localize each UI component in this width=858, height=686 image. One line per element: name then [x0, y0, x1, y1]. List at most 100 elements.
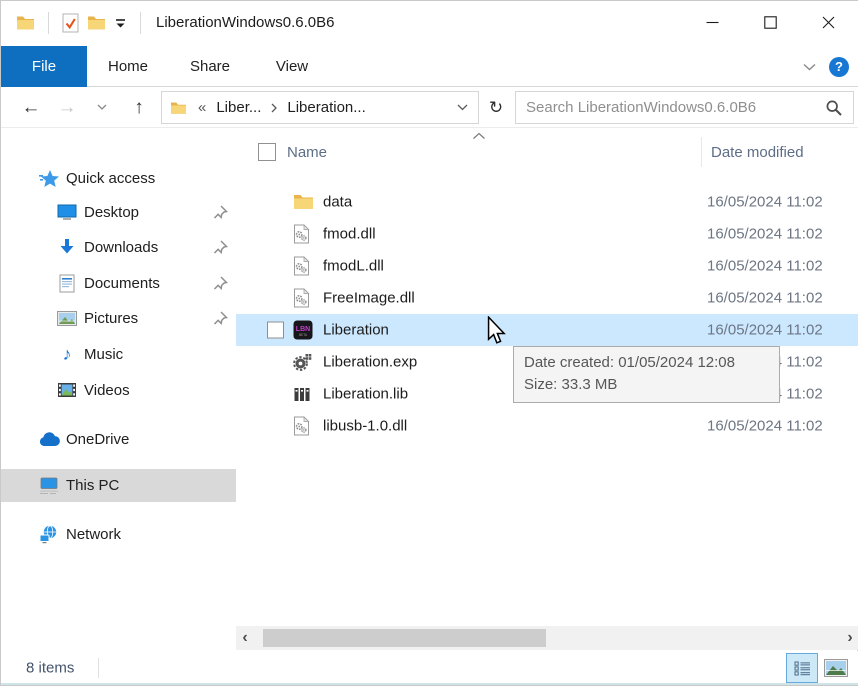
- file-date-modified: 16/05/2024 11:02: [707, 226, 823, 243]
- items-count: 8 items: [26, 660, 74, 677]
- expand-ribbon-chevron-icon[interactable]: [803, 63, 816, 71]
- breadcrumb-current[interactable]: Liberation...: [287, 99, 365, 116]
- tooltip-size: Size: 33.3 MB: [524, 374, 769, 396]
- tab-file[interactable]: File: [1, 46, 87, 87]
- sidebar-item-onedrive[interactable]: OneDrive: [1, 425, 236, 453]
- sidebar-item-music[interactable]: ♪ Music: [1, 340, 236, 368]
- folder-icon: [293, 194, 314, 211]
- sidebar-item-desktop[interactable]: Desktop: [1, 198, 236, 226]
- documents-icon: [56, 274, 78, 293]
- breadcrumb-separator-icon[interactable]: [271, 103, 277, 113]
- sidebar-item-videos[interactable]: Videos: [1, 376, 236, 404]
- large-icons-view-button[interactable]: [822, 657, 850, 679]
- sidebar-item-quick-access[interactable]: Quick access: [1, 164, 236, 192]
- lib-file-icon: [293, 385, 311, 403]
- help-button[interactable]: ?: [829, 57, 849, 77]
- thumbnail-view-icon: [824, 659, 848, 677]
- column-header-name[interactable]: Name: [287, 144, 327, 161]
- tab-share[interactable]: Share: [169, 46, 251, 87]
- pin-icon: [213, 205, 228, 220]
- exp-file-gear-icon: [293, 353, 312, 372]
- breadcrumb-parent[interactable]: Liber...: [216, 99, 261, 116]
- downloads-icon: [56, 238, 78, 256]
- sidebar-item-label: Documents: [84, 275, 160, 292]
- search-input[interactable]: [516, 99, 825, 116]
- window-controls: [683, 1, 857, 43]
- file-row-freeimage-dll[interactable]: FreeImage.dll 16/05/2024 11:02: [236, 282, 858, 314]
- svg-text:BETA: BETA: [299, 333, 308, 337]
- status-bar: 8 items: [1, 651, 858, 685]
- mouse-cursor: [486, 316, 508, 346]
- file-name: Liberation.exp: [323, 354, 417, 371]
- videos-film-icon: [56, 382, 78, 398]
- this-pc-icon: [38, 477, 60, 495]
- dll-file-icon: [293, 416, 310, 436]
- forward-button[interactable]: →: [51, 87, 83, 128]
- sidebar-item-this-pc[interactable]: This PC: [1, 469, 236, 502]
- pin-icon: [213, 276, 228, 291]
- onedrive-cloud-icon: [38, 432, 60, 447]
- column-header-date-modified[interactable]: Date modified: [711, 144, 804, 161]
- liberation-app-icon: LBNBETA: [293, 320, 313, 340]
- sidebar-item-documents[interactable]: Documents: [1, 269, 236, 297]
- sidebar-item-pictures[interactable]: Pictures: [1, 304, 236, 332]
- up-button[interactable]: ↑: [123, 87, 155, 128]
- desktop-icon: [56, 204, 78, 221]
- customize-toolbar-dropdown-icon[interactable]: [110, 18, 131, 29]
- file-name: fmodL.dll: [323, 258, 384, 275]
- sort-ascending-chevron-icon[interactable]: [472, 132, 486, 140]
- explorer-folder-icon[interactable]: [12, 15, 39, 31]
- maximize-button[interactable]: [741, 1, 799, 43]
- scroll-right-arrow[interactable]: ›: [841, 626, 858, 650]
- file-date-modified: 16/05/2024 11:02: [707, 194, 823, 211]
- column-divider[interactable]: [701, 137, 702, 167]
- folder-icon: [170, 101, 187, 115]
- details-view-button[interactable]: [786, 653, 818, 683]
- address-bar[interactable]: « Liber... Liberation...: [161, 91, 479, 124]
- recent-locations-chevron-icon[interactable]: [91, 87, 113, 128]
- dll-file-icon: [293, 224, 310, 244]
- file-row-fmodl-dll[interactable]: fmodL.dll 16/05/2024 11:02: [236, 250, 858, 282]
- file-row-data[interactable]: data 16/05/2024 11:02: [236, 186, 858, 218]
- tab-home[interactable]: Home: [87, 46, 169, 87]
- file-row-libusb-dll[interactable]: libusb-1.0.dll 16/05/2024 11:02: [236, 410, 858, 442]
- svg-text:LBN: LBN: [296, 326, 310, 333]
- file-row-liberation-selected[interactable]: LBNBETA Liberation 16/05/2024 11:02: [236, 314, 858, 346]
- sidebar-item-downloads[interactable]: Downloads: [1, 233, 236, 261]
- file-date-modified: 16/05/2024 11:02: [707, 322, 823, 339]
- back-button[interactable]: ←: [15, 87, 47, 128]
- refresh-button[interactable]: ↻: [482, 91, 510, 124]
- scroll-left-arrow[interactable]: ‹: [236, 626, 254, 650]
- scrollbar-thumb[interactable]: [263, 629, 546, 647]
- select-all-checkbox[interactable]: [258, 143, 276, 161]
- close-button[interactable]: [799, 1, 857, 43]
- toolbar-separator: [140, 12, 141, 34]
- breadcrumb-overflow[interactable]: «: [198, 99, 206, 116]
- pin-icon: [213, 240, 228, 255]
- address-dropdown-chevron-icon[interactable]: [457, 104, 468, 111]
- sidebar-item-label: OneDrive: [66, 431, 129, 448]
- file-name: FreeImage.dll: [323, 290, 415, 307]
- horizontal-scrollbar[interactable]: ‹ ›: [236, 626, 858, 650]
- properties-button[interactable]: [58, 13, 83, 33]
- sidebar-item-network[interactable]: Network: [1, 520, 236, 548]
- sidebar-item-label: Quick access: [66, 170, 155, 187]
- search-icon[interactable]: [825, 99, 843, 117]
- title-bar: LiberationWindows0.6.0B6: [1, 1, 858, 46]
- sidebar-item-label: Network: [66, 526, 121, 543]
- quick-access-toolbar: [12, 9, 150, 37]
- maximize-icon: [764, 16, 777, 29]
- file-explorer-window: { "window": { "title": "LiberationWindow…: [0, 0, 858, 686]
- pictures-icon: [56, 311, 78, 326]
- navigation-bar: ← → ↑ « Liber... Liberation... ↻: [1, 87, 858, 128]
- sidebar-item-label: Desktop: [84, 204, 139, 221]
- pin-icon: [213, 311, 228, 326]
- dll-file-icon: [293, 256, 310, 276]
- new-folder-button[interactable]: [83, 15, 110, 31]
- row-checkbox[interactable]: [267, 322, 284, 339]
- file-name: data: [323, 194, 352, 211]
- tab-view[interactable]: View: [251, 46, 333, 87]
- sidebar-item-label: Videos: [84, 382, 130, 399]
- minimize-button[interactable]: [683, 1, 741, 43]
- file-row-fmod-dll[interactable]: fmod.dll 16/05/2024 11:02: [236, 218, 858, 250]
